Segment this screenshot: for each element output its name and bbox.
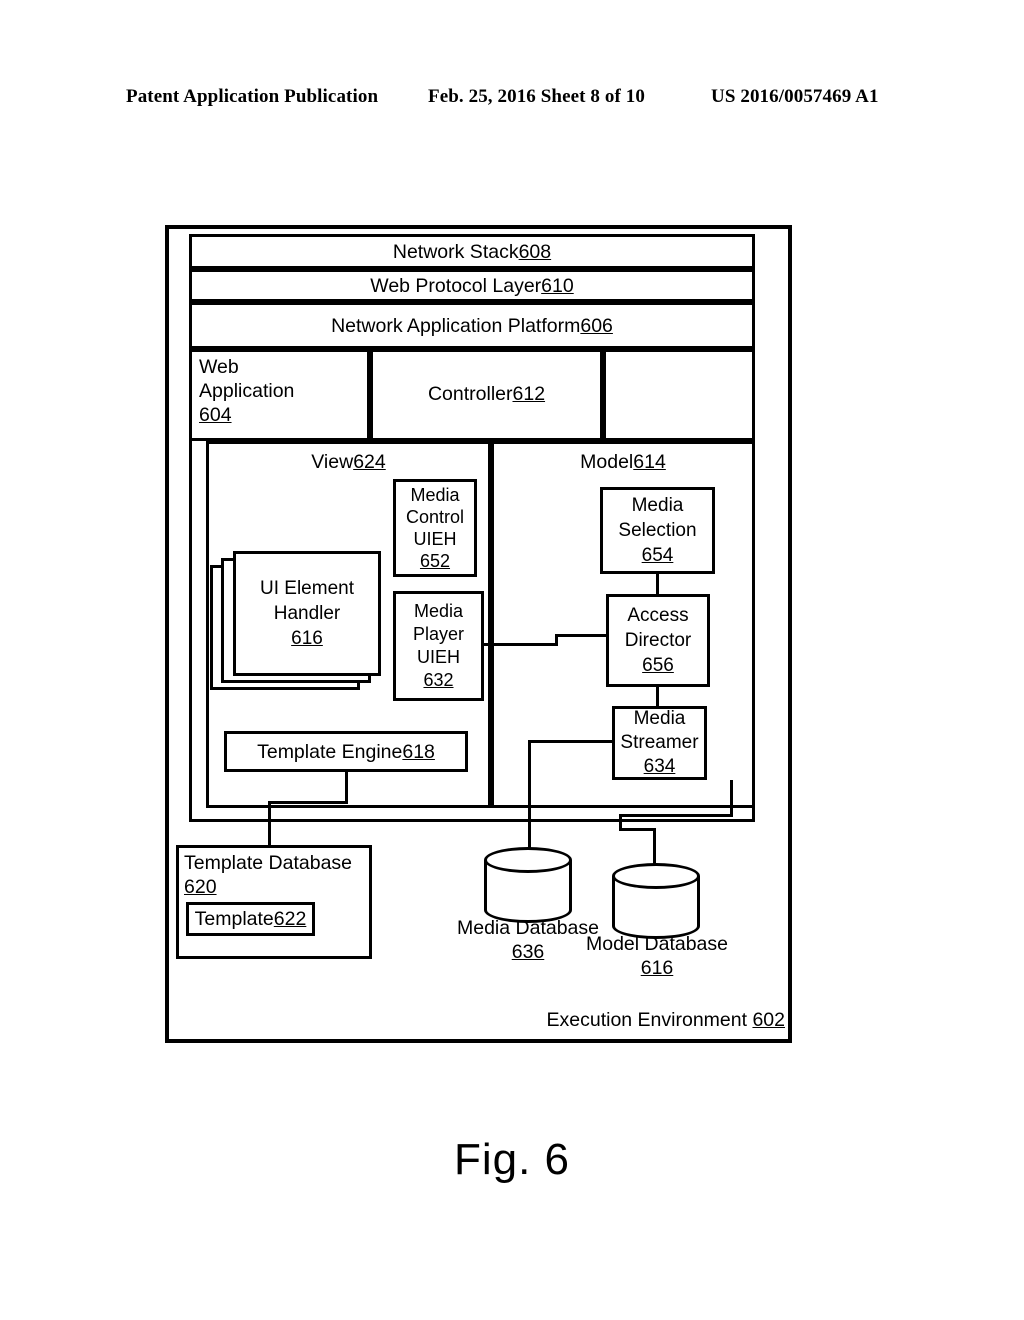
controller-label: Controller 612	[427, 383, 546, 405]
template-label: Template 622	[194, 908, 307, 930]
web-protocol-layer-label: Web Protocol Layer 610	[370, 274, 574, 297]
connector-model-db-v1	[730, 780, 733, 817]
model-label: Model 614	[580, 451, 666, 473]
web-application-spare-cell	[603, 349, 755, 441]
connector-media-selection-access-director	[656, 572, 659, 596]
controller-ref: 612	[512, 383, 546, 405]
access-director-label: Access Director 656	[624, 605, 692, 676]
template-database-label: Template Database 620	[184, 852, 353, 898]
connector-template-engine-h1	[268, 801, 348, 804]
connector-access-director-media-streamer	[656, 685, 659, 708]
media-database-ref: 636	[511, 941, 545, 963]
view-label: View 624	[311, 451, 386, 473]
media-database-cylinder-top	[484, 847, 572, 873]
model-database-label: Model Database 616	[585, 933, 728, 979]
media-player-uieh-ref: 632	[423, 670, 454, 690]
execution-environment-label: Execution Environment 602	[546, 1009, 786, 1031]
media-streamer-label: Media Streamer 634	[620, 708, 699, 777]
model-ref: 614	[633, 451, 666, 473]
media-control-uieh-ref: 652	[419, 551, 451, 571]
connector-player-to-director-h2	[555, 634, 609, 637]
connector-streamer-to-media-db-h	[528, 740, 615, 743]
media-selection-label: Media Selection 654	[618, 495, 697, 566]
media-database-cylinder	[484, 847, 572, 923]
publication-number-label: US 2016/0057469 A1	[711, 86, 879, 107]
connector-streamer-to-media-db-v	[528, 740, 531, 862]
template-ref: 622	[273, 908, 307, 930]
model-database-ref: 616	[640, 957, 674, 979]
connector-template-engine-v2	[268, 801, 271, 845]
figure-caption: Fig. 6	[453, 1135, 571, 1184]
ui-element-handler-label: UI Element Handler 616	[260, 578, 354, 649]
web-application-ref: 604	[199, 404, 232, 426]
media-control-uieh-label: Media Control UIEH 652	[405, 485, 465, 571]
media-selection-ref: 654	[641, 545, 674, 566]
model-database-cylinder-top	[612, 863, 700, 889]
model-database-cylinder	[612, 863, 700, 939]
connector-template-engine-v1	[345, 770, 348, 804]
network-application-platform-ref: 606	[580, 314, 613, 337]
template-engine-label: Template Engine 618	[257, 740, 435, 763]
publication-type-label: Patent Application Publication	[126, 86, 379, 107]
connector-model-db-h1	[619, 814, 733, 817]
media-streamer-ref: 634	[643, 756, 676, 777]
connector-model-db-h2	[619, 828, 656, 831]
template-database-ref: 620	[184, 876, 217, 898]
network-stack-label: Network Stack 608	[392, 240, 552, 263]
media-player-uieh-label: Media Player UIEH 632	[412, 601, 465, 690]
page-header: Patent Application Publication Feb. 25, …	[0, 86, 1024, 114]
publication-date-sheet-label: Feb. 25, 2016 Sheet 8 of 10	[428, 86, 645, 107]
web-application-label: Web Application 604	[199, 356, 295, 426]
connector-player-to-director-h1	[484, 643, 558, 646]
ui-element-handler-ref: 616	[291, 628, 323, 649]
view-ref: 624	[353, 451, 386, 473]
execution-environment-ref: 602	[752, 1009, 785, 1031]
network-stack-ref: 608	[518, 240, 552, 263]
web-protocol-layer-ref: 610	[541, 274, 574, 297]
network-application-platform-label: Network Application Platform 606	[331, 314, 613, 337]
template-engine-ref: 618	[402, 740, 435, 763]
access-director-ref: 656	[642, 655, 674, 676]
